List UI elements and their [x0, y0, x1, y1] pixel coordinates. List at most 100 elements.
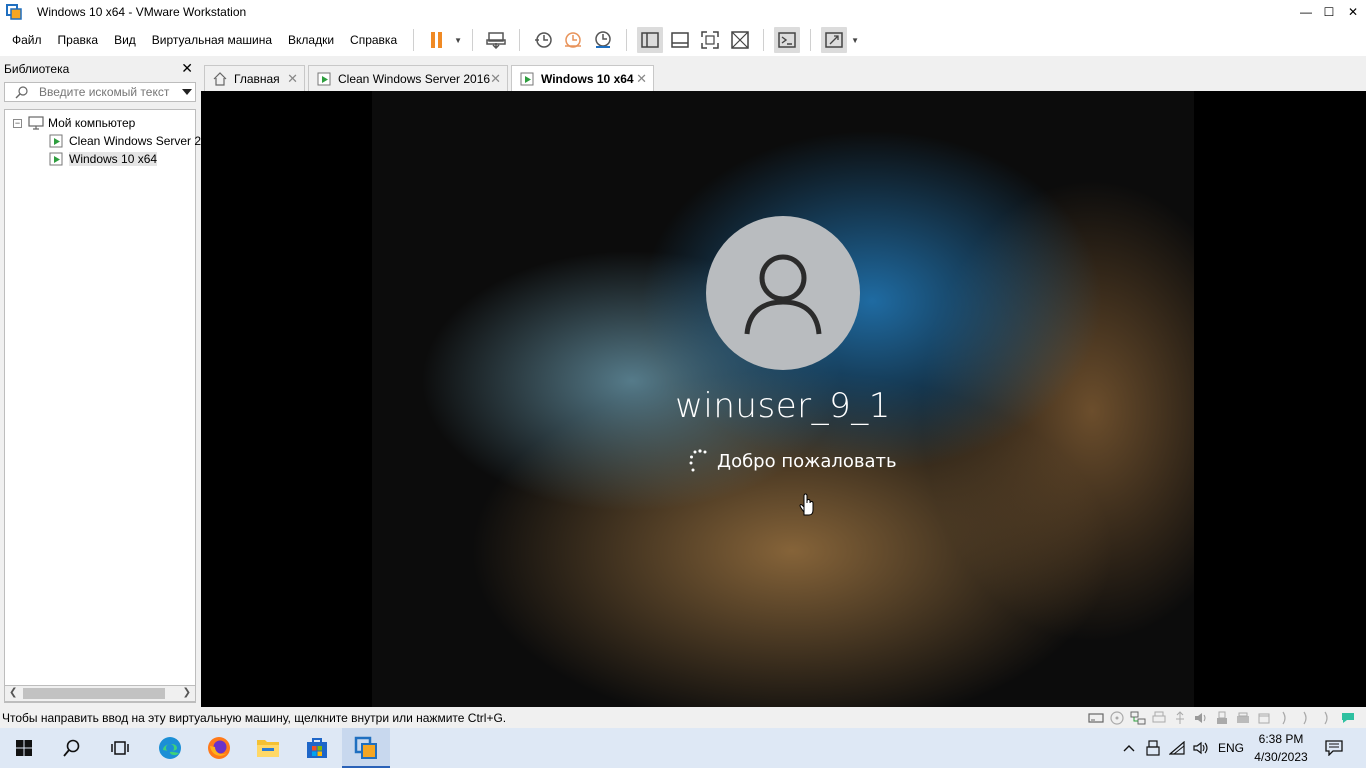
- console-view-button[interactable]: [774, 27, 801, 53]
- tab-close-icon[interactable]: ✕: [490, 71, 501, 87]
- tab-close-icon[interactable]: ✕: [636, 71, 647, 87]
- stretch-icon: [825, 32, 843, 48]
- fullscreen-button[interactable]: [697, 27, 723, 53]
- taskbar-firefox[interactable]: [195, 728, 243, 768]
- menu-help[interactable]: Справка: [342, 24, 405, 56]
- vm-running-icon: [49, 152, 63, 166]
- home-icon: [213, 72, 227, 86]
- bluetooth-device-1-icon[interactable]: [1276, 710, 1293, 726]
- pause-icon: [431, 32, 443, 48]
- store-icon: [307, 738, 327, 758]
- library-horizontal-scrollbar[interactable]: ❮ ❯: [4, 685, 196, 702]
- library-search-input[interactable]: [31, 85, 171, 99]
- card-reader-icon[interactable]: [1255, 710, 1272, 726]
- window-title: Windows 10 x64 - VMware Workstation: [37, 5, 247, 19]
- menu-file[interactable]: Файл: [0, 24, 50, 56]
- taskbar-edge[interactable]: [146, 728, 194, 768]
- library-title: Библиотека: [4, 62, 70, 76]
- vmware-app-icon: [6, 4, 22, 20]
- tab-home[interactable]: Главная ✕: [204, 65, 305, 92]
- bluetooth-device-2-icon[interactable]: [1297, 710, 1314, 726]
- menu-vm[interactable]: Виртуальная машина: [144, 24, 280, 56]
- close-button[interactable]: ✕: [1341, 0, 1365, 24]
- bluetooth-device-3-icon[interactable]: [1318, 710, 1335, 726]
- volume-tray[interactable]: [1190, 728, 1212, 768]
- vmware-tools-tray[interactable]: [1142, 728, 1164, 768]
- windows-taskbar: ENG 6:38 PM 4/30/2023: [0, 728, 1366, 768]
- minimize-button[interactable]: —: [1294, 0, 1318, 24]
- chevron-up-icon: [1123, 745, 1135, 752]
- take-snapshot-button[interactable]: [530, 27, 556, 53]
- start-button[interactable]: [0, 728, 48, 768]
- storage-device-icon[interactable]: [1234, 710, 1251, 726]
- tab-label: Clean Windows Server 2016: [338, 72, 491, 86]
- search-dropdown-icon[interactable]: [182, 89, 192, 95]
- tree-item-clean-windows-server[interactable]: Clean Windows Server 2: [49, 132, 201, 150]
- send-ctrl-alt-del-button[interactable]: [483, 27, 509, 53]
- menu-edit[interactable]: Правка: [50, 24, 107, 56]
- menu-view[interactable]: Вид: [106, 24, 144, 56]
- usb-tray-icon: [1146, 740, 1160, 756]
- network-tray[interactable]: [1166, 728, 1188, 768]
- library-close-button[interactable]: ✕: [181, 60, 193, 77]
- snapshot-manager-button[interactable]: [590, 27, 616, 53]
- user-avatar: [706, 216, 860, 370]
- language-indicator[interactable]: ENG: [1214, 728, 1248, 768]
- taskbar-vmware[interactable]: [342, 728, 390, 768]
- task-view-button[interactable]: [96, 728, 144, 768]
- snapshot-manager-icon: [595, 31, 611, 48]
- hard-disk-icon[interactable]: [1087, 710, 1104, 726]
- search-icon: [63, 739, 80, 757]
- message-log-icon[interactable]: [1339, 710, 1356, 726]
- wifi-icon: [1169, 741, 1185, 755]
- action-center-button[interactable]: [1318, 728, 1350, 768]
- show-hidden-icons-button[interactable]: [1118, 728, 1140, 768]
- unity-button[interactable]: [727, 27, 753, 53]
- usb-device-icon[interactable]: [1213, 710, 1230, 726]
- library-search[interactable]: [4, 82, 196, 102]
- taskbar-store[interactable]: [293, 728, 341, 768]
- printer-icon[interactable]: [1150, 710, 1167, 726]
- tab-clean-windows-server[interactable]: Clean Windows Server 2016 ✕: [308, 65, 508, 92]
- sound-card-icon[interactable]: [1192, 710, 1209, 726]
- vm-icon: [317, 72, 331, 86]
- revert-snapshot-button[interactable]: [560, 27, 586, 53]
- library-panel: Библиотека ✕ − Мой компьютер Clean Windo…: [0, 58, 201, 708]
- collapse-icon[interactable]: −: [13, 118, 22, 128]
- menu-tabs[interactable]: Вкладки: [280, 24, 342, 56]
- tab-close-icon[interactable]: ✕: [287, 71, 298, 87]
- thumbnail-bar-button[interactable]: [667, 27, 693, 53]
- tab-label: Windows 10 x64: [541, 72, 634, 86]
- pause-button[interactable]: [424, 27, 450, 53]
- scrollbar-thumb[interactable]: [23, 688, 165, 699]
- tree-item-label: Clean Windows Server 2: [69, 134, 202, 148]
- network-adapter-icon[interactable]: [1129, 710, 1146, 726]
- vm-lock-screen[interactable]: winuser_9_1 Добро пожаловать: [372, 91, 1194, 707]
- thumbnail-bar-icon: [671, 32, 689, 48]
- revert-snapshot-icon: [565, 32, 582, 48]
- firefox-icon: [208, 737, 230, 759]
- toolbar-separator: [519, 29, 521, 51]
- tree-item-label: Мой компьютер: [48, 116, 136, 130]
- file-explorer-icon: [257, 740, 279, 757]
- toolbar-separator: [472, 29, 474, 51]
- taskbar-file-explorer[interactable]: [244, 728, 292, 768]
- stretch-guest-button[interactable]: [821, 27, 848, 53]
- usb-controller-icon[interactable]: [1171, 710, 1188, 726]
- maximize-button[interactable]: ☐: [1317, 0, 1341, 24]
- tab-windows-10[interactable]: Windows 10 x64 ✕: [511, 65, 654, 92]
- scroll-right-icon[interactable]: ❯: [183, 687, 191, 698]
- fullscreen-icon: [701, 31, 719, 49]
- pause-dropdown[interactable]: ▼: [452, 27, 464, 53]
- cd-dvd-icon[interactable]: [1108, 710, 1125, 726]
- show-library-button[interactable]: [637, 27, 664, 53]
- scroll-left-icon[interactable]: ❮: [9, 687, 17, 698]
- toolbar-separator: [810, 29, 812, 51]
- taskbar-clock[interactable]: 6:38 PM 4/30/2023: [1252, 730, 1310, 766]
- search-icon: [11, 85, 31, 99]
- tree-item-my-computer[interactable]: − Мой компьютер: [13, 114, 135, 132]
- vm-display[interactable]: winuser_9_1 Добро пожаловать: [201, 91, 1366, 707]
- tree-item-windows-10[interactable]: Windows 10 x64: [49, 150, 158, 168]
- taskbar-search-button[interactable]: [48, 728, 96, 768]
- stretch-dropdown[interactable]: ▼: [849, 27, 861, 53]
